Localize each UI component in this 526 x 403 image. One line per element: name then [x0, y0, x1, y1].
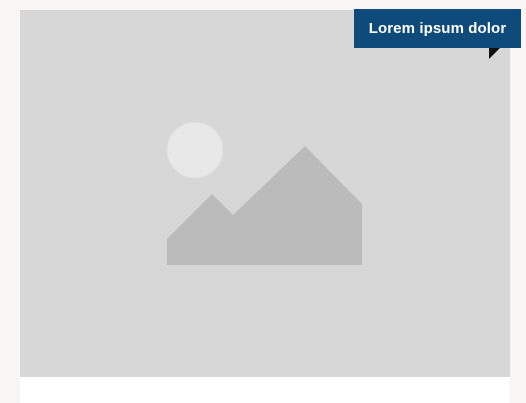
ribbon-label: Lorem ipsum dolor	[354, 9, 521, 48]
image-placeholder-icon	[166, 121, 362, 265]
image-placeholder	[20, 10, 510, 377]
image-card[interactable]	[20, 10, 510, 403]
ribbon-fold	[489, 48, 500, 59]
sun-shape	[166, 121, 224, 179]
